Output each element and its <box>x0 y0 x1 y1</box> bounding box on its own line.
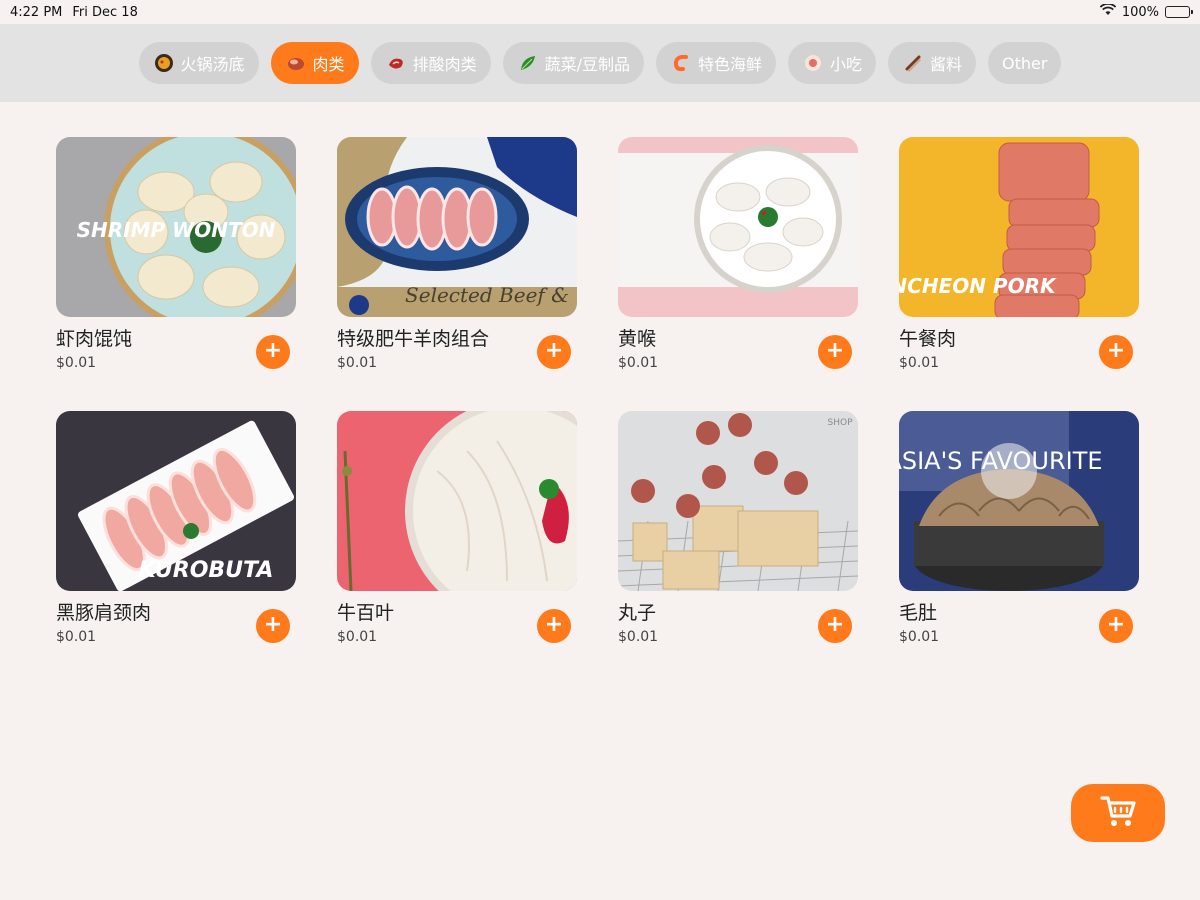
hotpot-icon <box>153 52 175 74</box>
product-card[interactable]: Selected Beef & 特级肥牛羊肉组合 $0.01 + <box>337 137 577 371</box>
category-tab-hotpot-soup[interactable]: 火锅汤底 <box>138 42 259 84</box>
image-overlay-text: LUNCHEON PORK <box>899 274 1057 298</box>
product-card[interactable]: KUROBUTA 黑豚肩颈肉 $0.01 + <box>56 411 296 645</box>
battery-percent: 100% <box>1121 4 1159 20</box>
status-right: 100% <box>1099 3 1193 20</box>
category-tab-other[interactable]: Other <box>988 42 1062 84</box>
add-to-cart-button[interactable]: + <box>256 335 290 369</box>
status-time: 4:22 PM <box>10 4 63 20</box>
category-tab-label: 肉类 <box>312 55 345 74</box>
product-image[interactable]: KUROBUTA <box>56 411 296 591</box>
category-tab-label: 火锅汤底 <box>180 55 245 74</box>
add-to-cart-button[interactable]: + <box>818 609 852 643</box>
snack-icon <box>802 52 824 74</box>
category-tab-snacks[interactable]: 小吃 <box>788 42 877 84</box>
product-card[interactable]: LUNCHEON PORK 午餐肉 $0.01 + <box>899 137 1139 371</box>
category-tab-meat[interactable]: 肉类 <box>270 42 359 84</box>
category-tab-seafood[interactable]: 特色海鲜 <box>655 42 776 84</box>
add-to-cart-button[interactable]: + <box>818 335 852 369</box>
add-to-cart-button[interactable]: + <box>256 609 290 643</box>
image-overlay-text: SHOP <box>828 418 854 428</box>
meat-icon <box>285 52 307 74</box>
status-left: 4:22 PM Fri Dec 18 <box>10 5 138 20</box>
category-tab-label: 蔬菜/豆制品 <box>544 55 630 74</box>
shrimp-icon <box>670 52 692 74</box>
product-image[interactable]: SHOP <box>618 411 858 591</box>
steak-icon <box>385 52 407 74</box>
category-tab-label: 排酸肉类 <box>412 55 477 74</box>
product-image[interactable] <box>337 411 577 591</box>
image-overlay-text: Selected Beef & <box>405 283 569 307</box>
vegetable-icon <box>517 52 539 74</box>
add-to-cart-button[interactable]: + <box>537 335 571 369</box>
wifi-icon <box>1099 3 1117 20</box>
sauce-icon <box>902 52 924 74</box>
add-to-cart-button[interactable]: + <box>1099 335 1133 369</box>
product-grid: SHRIMP WONTON 虾肉馄饨 $0.01 + Selected Beef… <box>56 137 1139 645</box>
image-overlay-text: KUROBUTA <box>139 558 274 583</box>
product-card[interactable]: ASIA'S FAVOURITE 毛肚 $0.01 + <box>899 411 1139 645</box>
category-tab-aged-meat[interactable]: 排酸肉类 <box>370 42 491 84</box>
product-image[interactable]: SHRIMP WONTON <box>56 137 296 317</box>
category-tab-label: 特色海鲜 <box>697 55 762 74</box>
product-image[interactable] <box>618 137 858 317</box>
product-image[interactable]: ASIA'S FAVOURITE <box>899 411 1139 591</box>
product-card[interactable]: SHRIMP WONTON 虾肉馄饨 $0.01 + <box>56 137 296 371</box>
category-bar: 火锅汤底 肉类 排酸肉类 蔬菜/豆制品 特色海鲜 小吃 酱料 Other <box>0 24 1200 102</box>
add-to-cart-button[interactable]: + <box>1099 609 1133 643</box>
add-to-cart-button[interactable]: + <box>537 609 571 643</box>
product-card[interactable]: 黄喉 $0.01 + <box>618 137 858 371</box>
category-tab-vegetables[interactable]: 蔬菜/豆制品 <box>502 42 644 84</box>
image-overlay-text: SHRIMP WONTON <box>77 218 276 242</box>
category-tab-sauce[interactable]: 酱料 <box>888 42 977 84</box>
status-date: Fri Dec 18 <box>72 4 138 20</box>
battery-icon <box>1165 6 1193 18</box>
category-tab-label: Other <box>1002 53 1048 73</box>
product-card[interactable]: SHOP 丸子 $0.01 + <box>618 411 858 645</box>
product-card[interactable]: 牛百叶 $0.01 + <box>337 411 577 645</box>
image-overlay-text: ASIA'S FAVOURITE <box>899 447 1103 475</box>
product-image[interactable]: Selected Beef & <box>337 137 577 317</box>
status-bar: 4:22 PM Fri Dec 18 100% <box>0 0 1200 24</box>
cart-button[interactable] <box>1071 784 1165 842</box>
category-tab-label: 小吃 <box>830 55 863 74</box>
product-image[interactable]: LUNCHEON PORK <box>899 137 1139 317</box>
cart-icon <box>1100 794 1136 832</box>
category-tab-label: 酱料 <box>930 55 963 74</box>
